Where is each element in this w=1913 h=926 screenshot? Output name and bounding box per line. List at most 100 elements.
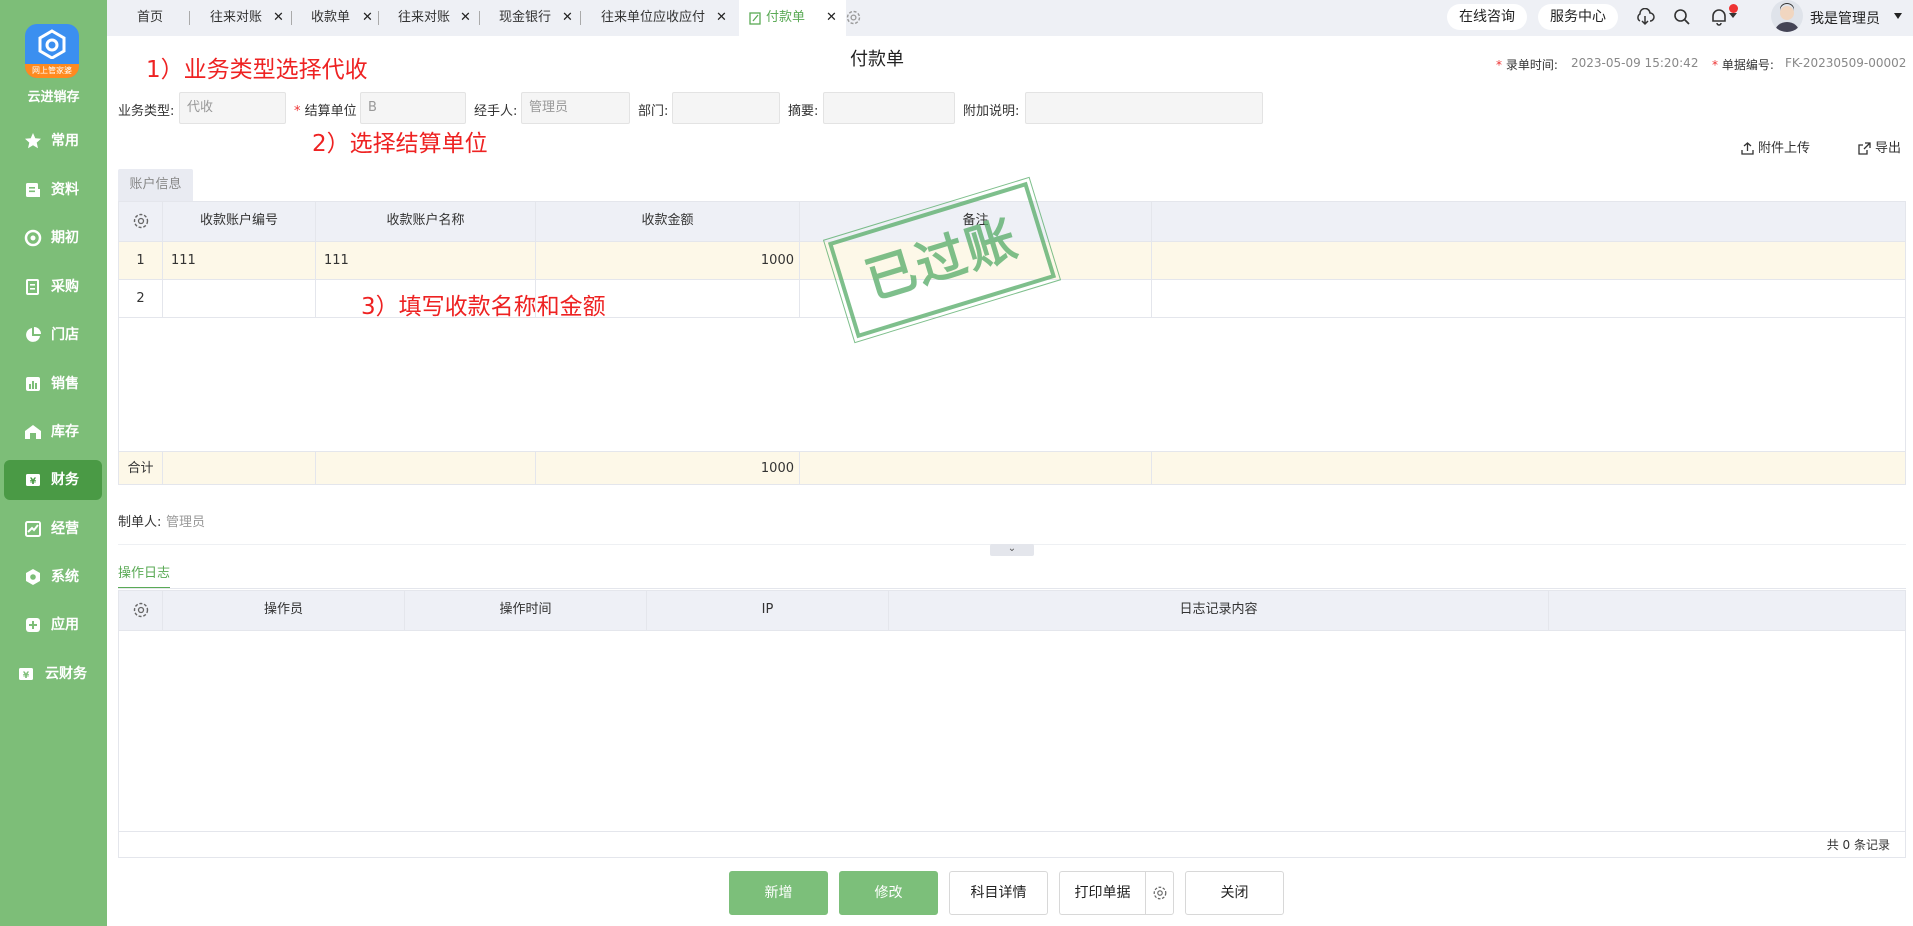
sidebar-item-system[interactable]: 系统 xyxy=(4,557,102,597)
extra-input[interactable] xyxy=(1025,92,1263,124)
dept-input[interactable] xyxy=(672,92,780,124)
gear-icon[interactable] xyxy=(132,601,150,619)
amount-cell[interactable]: 1000 xyxy=(536,242,800,280)
total-label: 合计 xyxy=(119,451,163,485)
online-consult-button[interactable]: 在线咨询 xyxy=(1447,4,1527,30)
column-header-empty xyxy=(1152,202,1906,242)
upload-attachment-button[interactable]: 附件上传 xyxy=(1741,137,1810,156)
collapse-toggle[interactable]: ⌄ xyxy=(990,544,1034,556)
settle-unit-input[interactable]: B xyxy=(360,92,466,124)
sidebar-item-purchase[interactable]: 采购 xyxy=(4,267,102,307)
sidebar-item-opening[interactable]: 期初 xyxy=(4,218,102,258)
tab-payment[interactable]: 付款单 ✕ xyxy=(739,0,846,36)
user-name[interactable]: 我是管理员 xyxy=(1810,8,1880,28)
cloud-finance-icon: ¥ xyxy=(19,668,33,681)
brand-name: 云进销存 xyxy=(27,90,80,105)
close-icon[interactable]: ✕ xyxy=(716,0,727,36)
hexagon-gear-icon xyxy=(26,569,40,585)
tab-label: 往来单位应收应付 xyxy=(601,10,706,25)
bell-icon[interactable] xyxy=(1710,8,1728,26)
chevron-down-icon[interactable] xyxy=(1894,13,1902,19)
close-button[interactable]: 关闭 xyxy=(1185,871,1284,915)
close-icon[interactable]: ✕ xyxy=(460,0,471,36)
tab-home[interactable]: 首页 xyxy=(137,0,177,36)
gear-icon[interactable] xyxy=(132,212,150,230)
extra-label: 附加说明: xyxy=(963,104,1020,119)
svg-text:¥: ¥ xyxy=(23,671,30,681)
tab-separator xyxy=(189,11,190,25)
edit-doc-icon xyxy=(749,12,761,25)
svg-text:¥: ¥ xyxy=(30,477,37,487)
tab-underline xyxy=(118,588,1906,589)
column-header: 操作员 xyxy=(163,591,405,631)
amount-cell[interactable] xyxy=(536,280,800,318)
tab-account-info[interactable]: 账户信息 xyxy=(118,169,193,201)
table-footer-line xyxy=(119,831,1905,832)
tab-label: 往来对账 xyxy=(210,10,263,25)
app-logo: 网上管家婆 xyxy=(25,24,79,78)
tab-reconcile-2[interactable]: 往来对账 ✕ xyxy=(398,0,478,36)
column-settings[interactable] xyxy=(119,202,163,242)
sidebar-item-apps[interactable]: 应用 xyxy=(4,605,102,645)
sidebar-item-data[interactable]: 资料 xyxy=(4,170,102,210)
search-icon[interactable] xyxy=(1673,8,1691,26)
sidebar-item-common[interactable]: 常用 xyxy=(4,121,102,161)
tab-reconcile-1[interactable]: 往来对账 ✕ xyxy=(210,0,290,36)
row-number: 1 xyxy=(119,242,163,280)
export-button[interactable]: 导出 xyxy=(1858,137,1901,156)
tab-label: 现金银行 xyxy=(499,10,552,25)
sidebar-item-inventory[interactable]: 库存 xyxy=(4,412,102,452)
service-center-button[interactable]: 服务中心 xyxy=(1538,4,1618,30)
chevron-down-icon[interactable] xyxy=(1729,13,1737,18)
account-name-cell[interactable] xyxy=(316,280,536,318)
tab-separator xyxy=(580,11,581,25)
close-icon[interactable]: ✕ xyxy=(362,0,373,36)
tab-operation-log[interactable]: 操作日志 xyxy=(118,562,171,589)
column-header: IP xyxy=(647,591,889,631)
sidebar-item-label: 财务 xyxy=(51,472,79,488)
add-button[interactable]: 新增 xyxy=(729,871,828,915)
total-empty-cell xyxy=(163,451,316,485)
tab-separator xyxy=(291,11,292,25)
tab-receipt[interactable]: 收款单 ✕ xyxy=(311,0,381,36)
sidebar-item-cloud-finance[interactable]: ¥ 云财务 xyxy=(4,654,102,694)
record-count: 共 0 条记录 xyxy=(1826,838,1890,852)
star-icon xyxy=(25,133,41,149)
sidebar-item-label: 期初 xyxy=(51,230,79,246)
sidebar-item-sales[interactable]: 销售 xyxy=(4,364,102,404)
sidebar-item-store[interactable]: 门店 xyxy=(4,315,102,355)
tab-cash-bank[interactable]: 现金银行 ✕ xyxy=(499,0,579,36)
notification-dot xyxy=(1729,4,1738,13)
summary-input[interactable] xyxy=(823,92,955,124)
tab-payables[interactable]: 往来单位应收应付 ✕ xyxy=(601,0,731,36)
cloud-download-icon[interactable] xyxy=(1635,8,1655,26)
sidebar-item-business[interactable]: 经营 xyxy=(4,509,102,549)
column-settings[interactable] xyxy=(119,591,163,631)
biz-type-select[interactable]: 代收 xyxy=(179,92,286,124)
close-icon[interactable]: ✕ xyxy=(826,0,837,36)
sidebar-item-finance[interactable]: ¥ 财务 xyxy=(4,460,102,500)
column-header: 操作时间 xyxy=(405,591,647,631)
total-amount: 1000 xyxy=(536,451,800,485)
close-icon[interactable]: ✕ xyxy=(562,0,573,36)
handler-input[interactable]: 管理员 xyxy=(521,92,630,124)
dept-label: 部门: xyxy=(638,104,669,119)
print-settings-button[interactable] xyxy=(1145,871,1174,915)
tab-label: 首页 xyxy=(137,10,164,25)
sidebar-item-label: 资料 xyxy=(51,182,79,198)
export-icon xyxy=(1858,142,1871,155)
account-code-cell[interactable] xyxy=(163,280,316,318)
tab-bar: 首页 往来对账 ✕ 收款单 ✕ 往来对账 ✕ 现金银行 ✕ 往来单位应收应付 ✕… xyxy=(107,0,1913,36)
gear-icon[interactable] xyxy=(845,9,862,26)
avatar[interactable] xyxy=(1771,0,1803,32)
account-name-cell[interactable]: 111 xyxy=(316,242,536,280)
close-icon[interactable]: ✕ xyxy=(273,0,284,36)
account-code-cell[interactable]: 111 xyxy=(163,242,316,280)
tab-separator xyxy=(479,11,480,25)
trend-icon xyxy=(25,521,41,537)
column-header: 收款账户名称 xyxy=(316,202,536,242)
tab-separator xyxy=(378,11,379,25)
edit-button[interactable]: 修改 xyxy=(839,871,938,915)
print-button[interactable]: 打印单据 xyxy=(1059,871,1145,915)
subject-detail-button[interactable]: 科目详情 xyxy=(949,871,1048,915)
